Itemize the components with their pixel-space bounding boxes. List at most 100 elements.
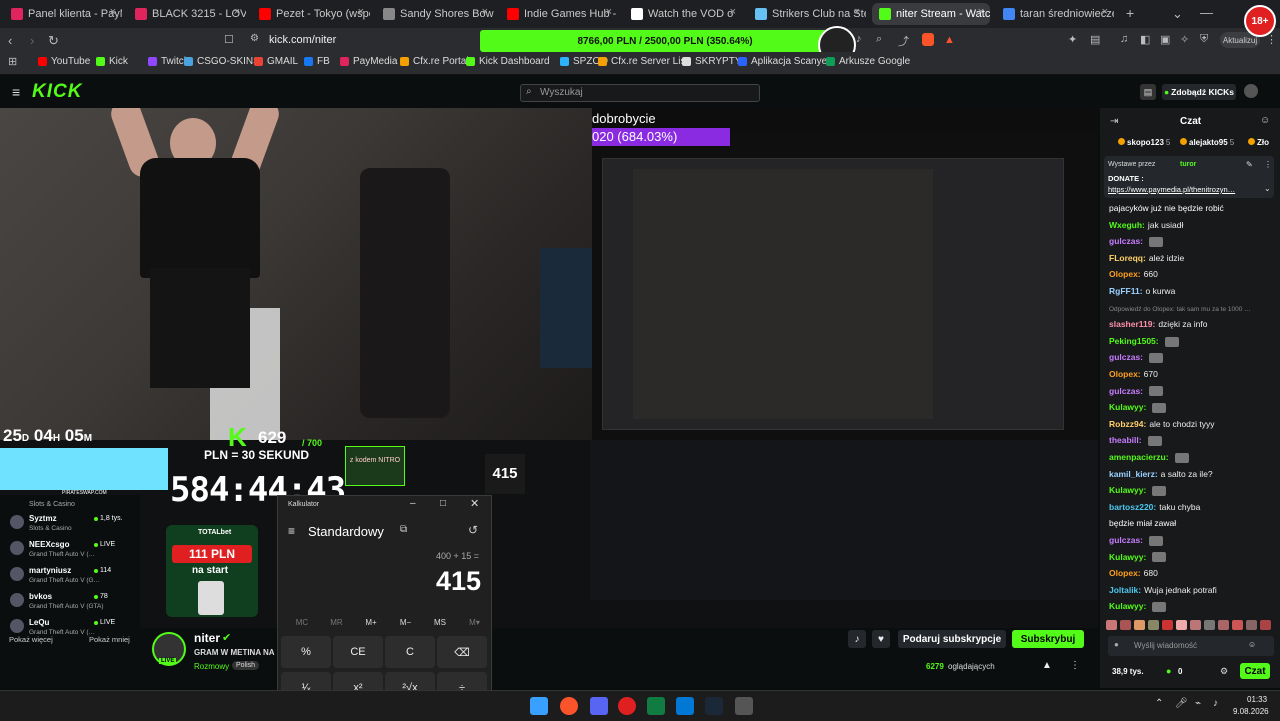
chat-message[interactable]: RgFF11: o kurwa	[1109, 286, 1175, 296]
mute-icon[interactable]: ♪	[856, 33, 862, 45]
chat-users-icon[interactable]: ☺	[1260, 115, 1270, 126]
calc-key[interactable]: C	[385, 636, 435, 668]
emote-icon[interactable]	[1246, 620, 1257, 630]
bookmark-item[interactable]: FB	[304, 56, 330, 67]
stream-category[interactable]: Rozmowy	[194, 662, 229, 671]
tray-expand-icon[interactable]: ⌃	[1155, 698, 1163, 709]
chat-username[interactable]: Kulawyy:	[1109, 485, 1146, 495]
more-options-icon[interactable]: ⋮	[1070, 660, 1080, 671]
report-icon[interactable]: ▲	[1042, 660, 1052, 671]
calculator-window[interactable]: Kalkulator – □ ✕ ≡ Standardowy ⧉ ↺ 400 +…	[277, 495, 492, 704]
vscode-taskbar-icon[interactable]	[676, 697, 694, 715]
steam-taskbar-icon[interactable]	[705, 697, 723, 715]
tab-close-icon[interactable]: ×	[482, 6, 488, 18]
gift-subs-button[interactable]: Podaruj subskrypcje	[898, 630, 1006, 648]
chat-message[interactable]: gulczas:	[1109, 386, 1164, 397]
chat-username[interactable]: Joltalik:	[1109, 585, 1141, 595]
calc-key[interactable]: CE	[333, 636, 383, 668]
clock-date[interactable]: 9.08.2026	[1233, 707, 1269, 716]
history-icon[interactable]: ↺	[468, 523, 478, 537]
url-text[interactable]: kick.com/niter	[269, 34, 336, 46]
calc-memory-button[interactable]: MR	[323, 618, 351, 627]
start-icon[interactable]	[530, 697, 548, 715]
minimize-icon[interactable]: —	[1200, 5, 1213, 20]
calc-mode[interactable]: Standardowy	[308, 524, 384, 539]
calc-maximize-icon[interactable]: □	[440, 498, 446, 509]
brave-rewards-icon[interactable]: ▲	[944, 34, 955, 46]
mic-icon[interactable]: 🎤︎	[1175, 698, 1188, 709]
top-gifter[interactable]: skopo123 5	[1118, 138, 1170, 147]
calculator-taskbar-icon[interactable]	[735, 697, 753, 715]
sidebar-channel[interactable]: NEEXcsgo Grand Theft Auto V (… LIVE	[0, 539, 140, 563]
brave-shield-icon[interactable]	[922, 33, 934, 46]
chat-message[interactable]: Wxeguh: jak usiadł	[1109, 220, 1183, 230]
chat-username[interactable]: Kulawyy:	[1109, 552, 1146, 562]
chat-username[interactable]: gulczas:	[1109, 535, 1143, 545]
tab-close-icon[interactable]: ×	[730, 6, 736, 18]
forward-icon[interactable]: ›	[30, 33, 34, 48]
chat-message[interactable]: gulczas:	[1109, 535, 1164, 546]
emote-icon[interactable]	[1120, 620, 1131, 630]
bookmark-item[interactable]: Cfx.re Portal	[400, 56, 469, 67]
share-icon[interactable]: ⤴	[898, 33, 909, 49]
chat-username[interactable]: Kulawyy:	[1109, 402, 1146, 412]
chat-username[interactable]: Olopex:	[1109, 269, 1141, 279]
wallet-icon[interactable]: ▣	[1160, 33, 1170, 46]
chat-username[interactable]: slasher119:	[1109, 319, 1155, 329]
chat-message[interactable]: bartosz220: taku chyba	[1109, 502, 1200, 512]
chat-settings-icon[interactable]: ⚙	[1220, 666, 1228, 677]
tab-1[interactable]: BLACK 3215 - LOVESTORY×	[128, 3, 246, 25]
chat-username[interactable]: amenpacierzu:	[1109, 452, 1169, 462]
calc-minimize-icon[interactable]: –	[410, 498, 416, 509]
tab-close-icon[interactable]: ×	[1102, 6, 1108, 18]
chat-message[interactable]: Olopex: 680	[1109, 568, 1158, 578]
calc-key[interactable]: ⌫	[437, 636, 487, 668]
bookmark-item[interactable]: Aplikacja Scanye	[738, 56, 827, 67]
chat-message[interactable]: Olopex: 670	[1109, 369, 1158, 379]
media-icon[interactable]: ♫	[1120, 33, 1128, 45]
app-taskbar-icon[interactable]	[618, 697, 636, 715]
bookmark-item[interactable]: CSGO-SKINS	[184, 56, 260, 67]
chat-message[interactable]: Odpowiedź do Olopex: tak sam mu za te 10…	[1109, 303, 1251, 313]
vpn-icon[interactable]: ⛨	[1200, 33, 1208, 46]
chat-username[interactable]: Olopex:	[1109, 369, 1141, 379]
calc-memory-button[interactable]: MC	[288, 618, 316, 627]
show-more-link[interactable]: Pokaż więcej	[9, 635, 53, 644]
bookmark-item[interactable]: SKRYPTY	[682, 56, 742, 67]
emote-icon[interactable]	[1162, 620, 1173, 630]
tab-7[interactable]: niter Stream - Watch ×	[872, 3, 990, 25]
bookmark-item[interactable]: Arkusze Google	[826, 56, 910, 67]
calc-memory-button[interactable]: MS	[426, 618, 454, 627]
notify-bell-button[interactable]: ♪	[848, 630, 866, 648]
calc-close-icon[interactable]: ✕	[470, 497, 479, 510]
emote-icon[interactable]	[1190, 620, 1201, 630]
language-tag[interactable]: Polish	[232, 661, 260, 670]
chat-message[interactable]: FLoreqq: ależ idzie	[1109, 253, 1184, 263]
chat-username[interactable]: Wxeguh:	[1109, 220, 1145, 230]
emote-icon[interactable]	[1176, 620, 1187, 630]
collapse-chat-icon[interactable]: ⇥	[1110, 116, 1118, 127]
sidebar-channel[interactable]: martyniusz Grand Theft Auto V (G… 114	[0, 565, 140, 589]
chat-username[interactable]: Robzz94:	[1109, 419, 1146, 429]
top-gifter[interactable]: Zło	[1248, 138, 1271, 147]
tab-close-icon[interactable]: ×	[110, 6, 116, 18]
bookmark-item[interactable]: Kick	[96, 56, 128, 67]
calc-memory-button[interactable]: M−	[392, 618, 420, 627]
bookmark-item[interactable]: Cfx.re Server List	[598, 56, 688, 67]
chat-username[interactable]: Kulawyy:	[1109, 601, 1146, 611]
bookmark-icon[interactable]: ☐	[224, 33, 234, 46]
user-avatar[interactable]	[1244, 84, 1258, 98]
show-less-link[interactable]: Pokaż mniej	[89, 635, 130, 644]
video-player[interactable]: dobrobycie 020 (684.03%) 415 25D 04H 05M…	[0, 108, 1098, 628]
chat-message[interactable]: gulczas:	[1109, 352, 1164, 364]
site-info-icon[interactable]: ⚙	[250, 33, 259, 44]
chat-username[interactable]: RgFF11:	[1109, 286, 1143, 296]
pinned-message[interactable]: Wystawe przez turor ✎ ⋮ DONATE : https:/…	[1104, 156, 1274, 198]
extensions-icon[interactable]: ✦	[1068, 33, 1077, 46]
chat-message[interactable]: pajacyków już nie będzie robić	[1109, 203, 1224, 213]
chat-username[interactable]: Peking1505:	[1109, 336, 1159, 346]
apps-grid-icon[interactable]: ⊞	[8, 55, 17, 68]
tab-close-icon[interactable]: ×	[978, 6, 984, 18]
tab-6[interactable]: Strikers Club na Steam×	[748, 3, 866, 25]
tab-3[interactable]: Sandy Shores Bowling, Dr×	[376, 3, 494, 25]
